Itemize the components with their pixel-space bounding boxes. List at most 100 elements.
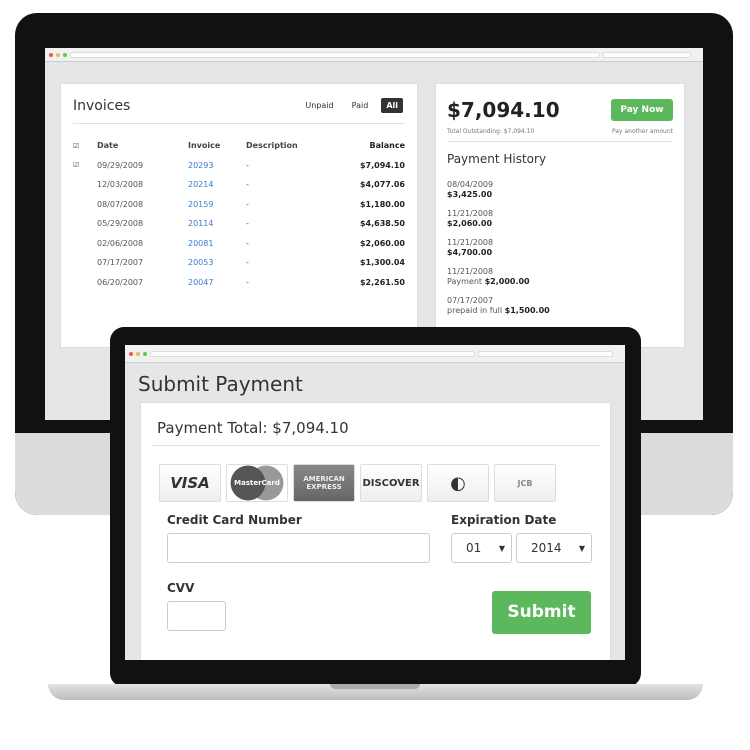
table-row: 07/17/2007 20053 - $1,300.04	[73, 253, 405, 273]
history-date: 07/17/2007	[447, 296, 494, 305]
row-checkbox[interactable]	[73, 234, 97, 254]
payment-history-title: Payment History	[447, 152, 547, 166]
invoice-link[interactable]: 20293	[188, 156, 246, 176]
card-amex-option[interactable]: AMERICAN EXPRESS	[293, 464, 355, 502]
row-date: 07/17/2007	[97, 258, 144, 268]
outstanding-amount: $7,094.10	[447, 98, 560, 122]
table-row: 08/07/2008 20159 - $1,180.00	[73, 195, 405, 215]
invoices-table: ☑ Date Invoice Description Balance ☑ 09/…	[73, 136, 405, 292]
row-checkbox[interactable]	[73, 214, 97, 234]
row-description: -	[246, 277, 249, 287]
laptop-notch	[330, 684, 420, 689]
address-bar[interactable]	[150, 350, 475, 357]
history-amount: $2,060.00	[447, 219, 493, 228]
diners-club-logo-icon: ◐	[450, 472, 466, 494]
history-item: 07/17/2007 prepaid in full $1,500.00	[447, 296, 673, 316]
laptop: Submit Payment Payment Total: $7,094.10 …	[110, 327, 641, 687]
card-visa-option[interactable]: VISA	[159, 464, 221, 502]
filter-unpaid[interactable]: Unpaid	[300, 98, 338, 113]
submit-payment-title: Submit Payment	[138, 372, 303, 396]
col-invoice: Invoice	[188, 141, 221, 151]
exp-year-select[interactable]: 2014 ▼	[516, 533, 592, 563]
pay-another-amount-link[interactable]: Pay another amount	[612, 128, 673, 135]
payment-summary-panel: $7,094.10 Pay Now Total Outstanding: $7,…	[435, 83, 685, 348]
history-item: 11/21/2008 $4,700.00	[447, 238, 673, 258]
row-balance: $1,180.00	[359, 199, 405, 209]
history-amount: $3,425.00	[447, 190, 493, 199]
card-jcb-option[interactable]: JCB	[494, 464, 556, 502]
invoice-link[interactable]: 20214	[188, 175, 246, 195]
row-balance: $2,060.00	[359, 238, 405, 248]
laptop-base	[48, 684, 703, 700]
submit-payment-form: Payment Total: $7,094.10 VISA MasterCard A…	[140, 402, 611, 660]
row-checkbox[interactable]	[73, 273, 97, 293]
row-checkbox[interactable]	[73, 175, 97, 195]
row-date: 12/03/2008	[97, 180, 144, 190]
row-date: 02/06/2008	[97, 238, 144, 248]
cvv-label: CVV	[167, 581, 195, 595]
dropdown-arrow-icon: ▼	[578, 543, 585, 553]
dropdown-arrow-icon: ▼	[498, 543, 505, 553]
row-checkbox[interactable]	[73, 253, 97, 273]
cc-number-label: Credit Card Number	[167, 513, 302, 527]
history-date: 11/21/2008	[447, 238, 494, 247]
table-row: 06/20/2007 20047 - $2,261.50	[73, 273, 405, 293]
history-amount: $2,000.00	[484, 277, 530, 286]
invoice-link[interactable]: 20159	[188, 195, 246, 215]
row-checkbox[interactable]: ☑	[73, 156, 97, 176]
laptop-screen: Submit Payment Payment Total: $7,094.10 …	[125, 345, 625, 660]
card-diners-option[interactable]: ◐	[427, 464, 489, 502]
exp-month-select[interactable]: 01 ▼	[451, 533, 512, 563]
card-type-selector: VISA MasterCard AMERICAN EXPRESS DISCOVER ◐ J…	[159, 464, 600, 502]
col-description: Description	[246, 141, 298, 151]
table-row: 05/29/2008 20114 - $4,638.50	[73, 214, 405, 234]
invoice-link[interactable]: 20053	[188, 253, 246, 273]
exp-year-value: 2014	[531, 541, 562, 555]
browser-chrome	[125, 345, 625, 363]
browser-search[interactable]	[603, 51, 691, 58]
cc-number-input[interactable]	[167, 533, 430, 563]
expiration-label: Expiration Date	[451, 513, 557, 527]
invoice-link[interactable]: 20047	[188, 273, 246, 293]
invoice-link[interactable]: 20114	[188, 214, 246, 234]
browser-search[interactable]	[478, 350, 613, 357]
row-balance: $4,077.06	[359, 180, 405, 190]
history-note: Payment	[447, 277, 485, 286]
row-date: 08/07/2008	[97, 199, 144, 209]
row-description: -	[246, 199, 249, 209]
row-description: -	[246, 258, 249, 268]
row-balance: $7,094.10	[359, 160, 405, 170]
table-row: 02/06/2008 20081 - $2,060.00	[73, 234, 405, 254]
history-date: 08/04/2009	[447, 180, 494, 189]
invoice-filters: Unpaid Paid All	[300, 98, 403, 113]
history-date: 11/21/2008	[447, 209, 494, 218]
select-all-checkbox[interactable]: ☑	[73, 136, 97, 156]
payment-history-list: 08/04/2009 $3,425.00 11/21/2008 $2,060.00 11…	[447, 180, 673, 316]
row-description: -	[246, 180, 249, 190]
history-date: 11/21/2008	[447, 267, 494, 276]
row-balance: $1,300.04	[359, 258, 405, 268]
row-balance: $2,261.50	[359, 277, 405, 287]
filter-all[interactable]: All	[381, 98, 403, 113]
history-item: 08/04/2009 $3,425.00	[447, 180, 673, 200]
history-item: 11/21/2008 Payment $2,000.00	[447, 267, 673, 287]
browser-chrome	[45, 48, 703, 62]
card-discover-option[interactable]: DISCOVER	[360, 464, 422, 502]
history-note: prepaid in full	[447, 306, 505, 315]
pay-now-button[interactable]: Pay Now	[611, 99, 673, 121]
invoice-link[interactable]: 20081	[188, 234, 246, 254]
filter-paid[interactable]: Paid	[347, 98, 374, 113]
card-mastercard-option[interactable]: MasterCard	[226, 464, 288, 502]
row-description: -	[246, 238, 249, 248]
exp-month-value: 01	[466, 541, 482, 555]
row-description: -	[246, 160, 249, 170]
invoices-panel: Invoices Unpaid Paid All ☑ Date Invoice …	[60, 83, 418, 348]
row-date: 06/20/2007	[97, 277, 144, 287]
row-balance: $4,638.50	[359, 219, 405, 229]
row-date: 05/29/2008	[97, 219, 144, 229]
row-checkbox[interactable]	[73, 195, 97, 215]
submit-button[interactable]: Submit	[492, 591, 591, 634]
table-row: 12/03/2008 20214 - $4,077.06	[73, 175, 405, 195]
cvv-input[interactable]	[167, 601, 226, 631]
address-bar[interactable]	[70, 51, 600, 58]
